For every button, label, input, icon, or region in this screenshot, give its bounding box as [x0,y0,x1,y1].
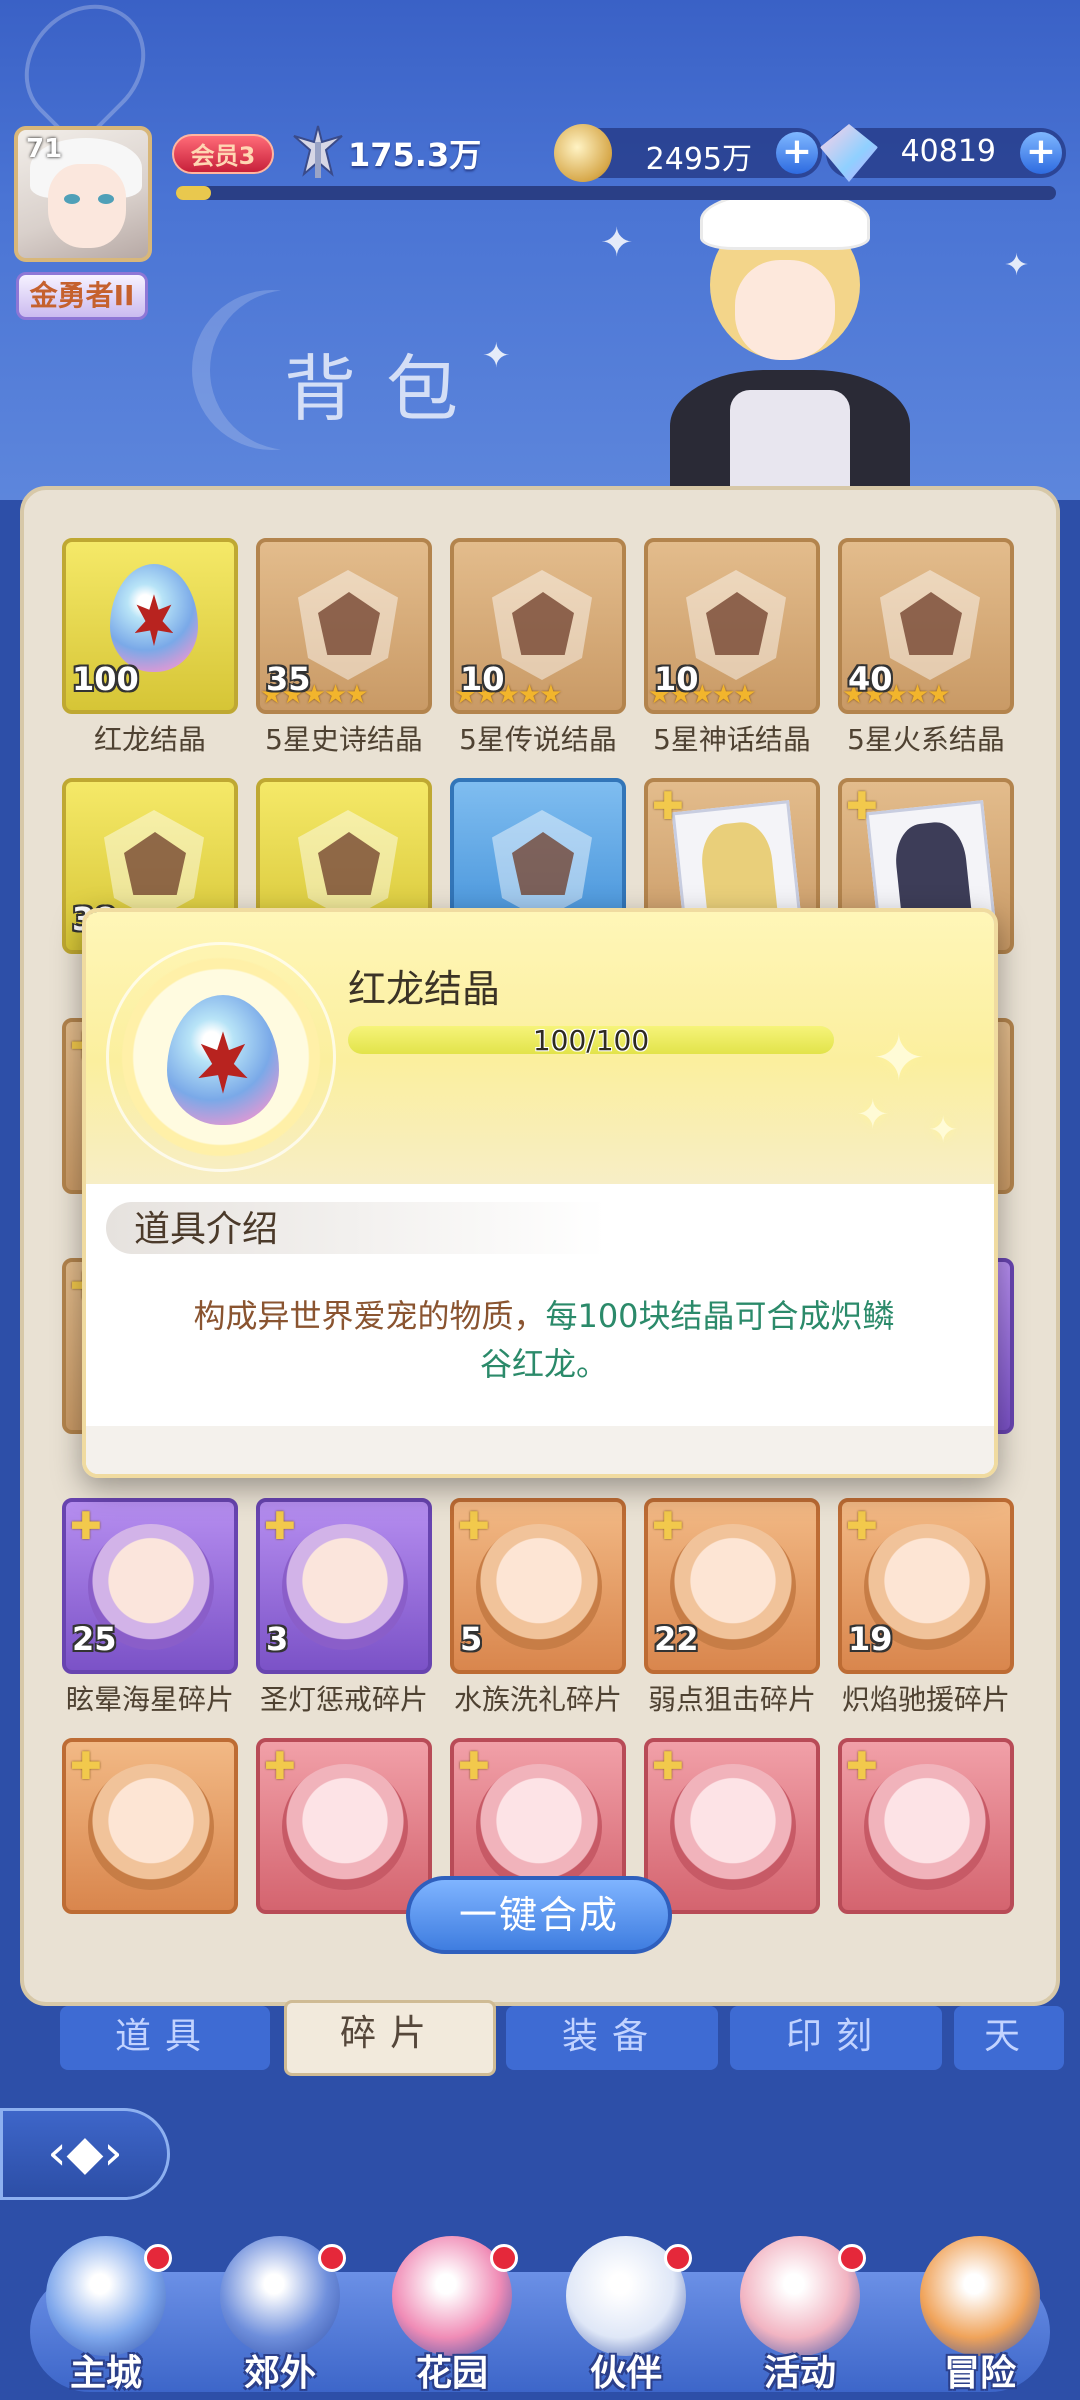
popup-item-name: 红龙结晶 [348,967,501,1011]
item-icon-frame [106,942,336,1172]
section-title: 道具介绍 [134,1209,279,1250]
red-dragon-crystal-icon [167,995,279,1125]
popup-progress-bar: 100/100 [348,1024,834,1057]
popup-progress-text: 100/100 [532,1024,650,1057]
sparkle-icon: ✦ [856,1092,890,1138]
description-highlight: 每100块结晶可合成炽鳞 [545,1297,895,1335]
item-detail-popup: 红龙结晶 100/100 ✦ ✦ ✦ 道具介绍 构成异世界爱宠的物质，每100块… [82,908,998,1478]
popup-footer [86,1426,994,1474]
backpack-screen: ✦ ✦ ✦ 背包 71 金勇者II 会员3 175.3万 2495万 + 408… [0,0,1080,2400]
popup-header: 红龙结晶 100/100 ✦ ✦ ✦ [86,912,994,1184]
item-description: 构成异世界爱宠的物质，每100块结晶可合成炽鳞 谷红龙。 [146,1292,942,1388]
description-highlight-end: 谷红龙。 [479,1345,608,1383]
description-text: 构成异世界爱宠的物质， [193,1297,546,1335]
sparkle-icon: ✦ [872,1022,926,1096]
sparkle-icon: ✦ [928,1110,959,1151]
